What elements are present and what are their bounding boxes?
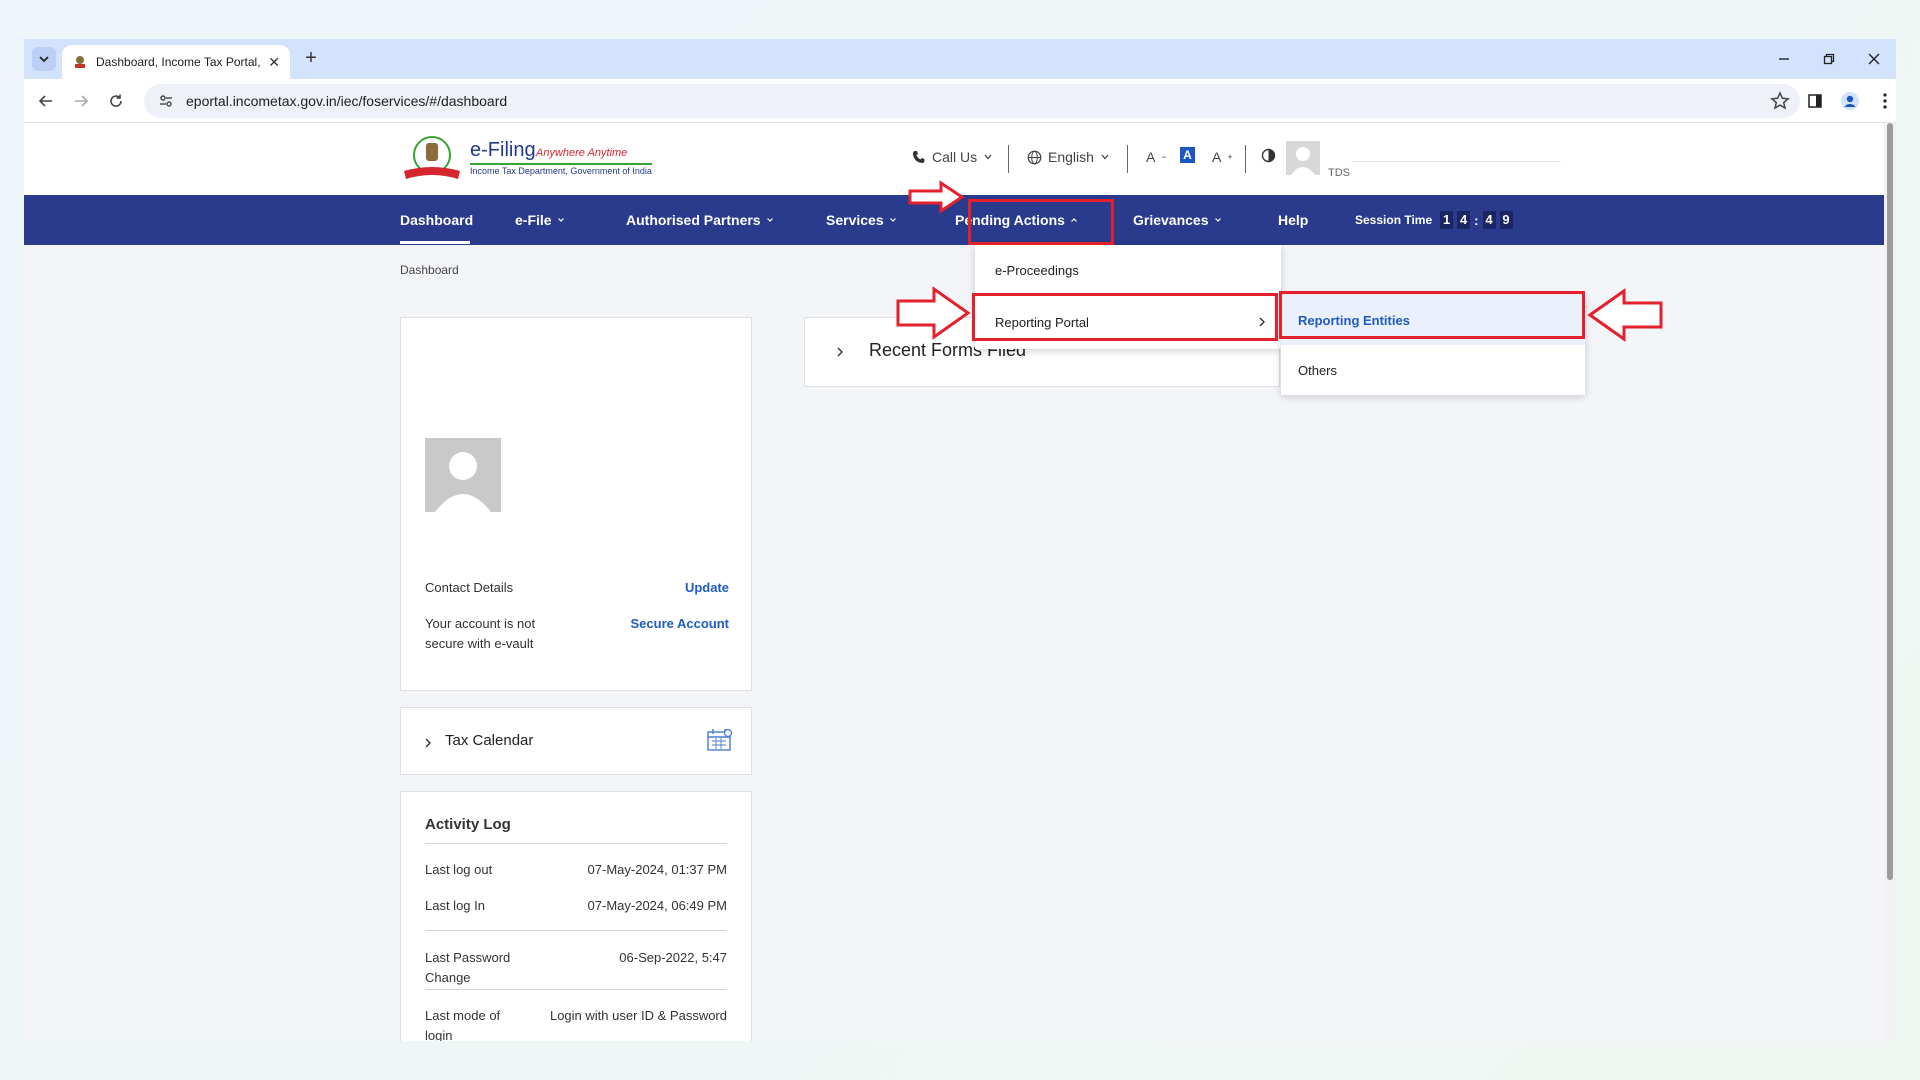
window-close-icon[interactable] (1862, 47, 1886, 71)
browser-tab-dashboard[interactable]: Dashboard, Income Tax Portal, ( ✕ (62, 45, 290, 79)
page-viewport: e-Filing Anywhere Anytime Income Tax Dep… (24, 123, 1896, 1041)
new-tab-button[interactable]: + (300, 48, 322, 70)
address-bar[interactable]: eportal.incometax.gov.in/iec/foservices/… (144, 84, 1800, 118)
bookmark-star-icon[interactable] (1770, 91, 1790, 111)
site-settings-icon[interactable] (158, 93, 174, 109)
scrollbar-thumb[interactable] (1887, 123, 1893, 880)
emblem-favicon-icon (75, 56, 85, 68)
tab-title: Dashboard, Income Tax Portal, ( (96, 55, 261, 69)
reload-icon[interactable] (104, 89, 128, 113)
page-scrollbar[interactable] (1884, 123, 1896, 1041)
browser-menu-icon[interactable] (1874, 90, 1896, 112)
browser-toolbar: eportal.incometax.gov.in/iec/foservices/… (24, 79, 1896, 123)
annotation-arrows (896, 180, 1663, 342)
arrow-right-icon (908, 180, 965, 214)
profile-icon[interactable] (1839, 90, 1861, 112)
tab-search-button[interactable] (32, 47, 56, 71)
browser-window: Dashboard, Income Tax Portal, ( ✕ + epor… (24, 39, 1896, 1041)
arrow-left-icon (1587, 288, 1663, 342)
tab-close-icon[interactable]: ✕ (268, 54, 280, 71)
chevron-down-icon (39, 56, 49, 63)
forward-icon[interactable] (69, 89, 93, 113)
tab-strip: Dashboard, Income Tax Portal, ( ✕ + (24, 39, 1896, 79)
arrow-right-icon (896, 286, 971, 340)
restore-icon[interactable] (1817, 47, 1841, 71)
minimize-icon[interactable] (1772, 47, 1796, 71)
side-panel-icon[interactable] (1804, 90, 1826, 112)
url-text: eportal.incometax.gov.in/iec/foservices/… (186, 93, 508, 109)
back-icon[interactable] (34, 89, 58, 113)
